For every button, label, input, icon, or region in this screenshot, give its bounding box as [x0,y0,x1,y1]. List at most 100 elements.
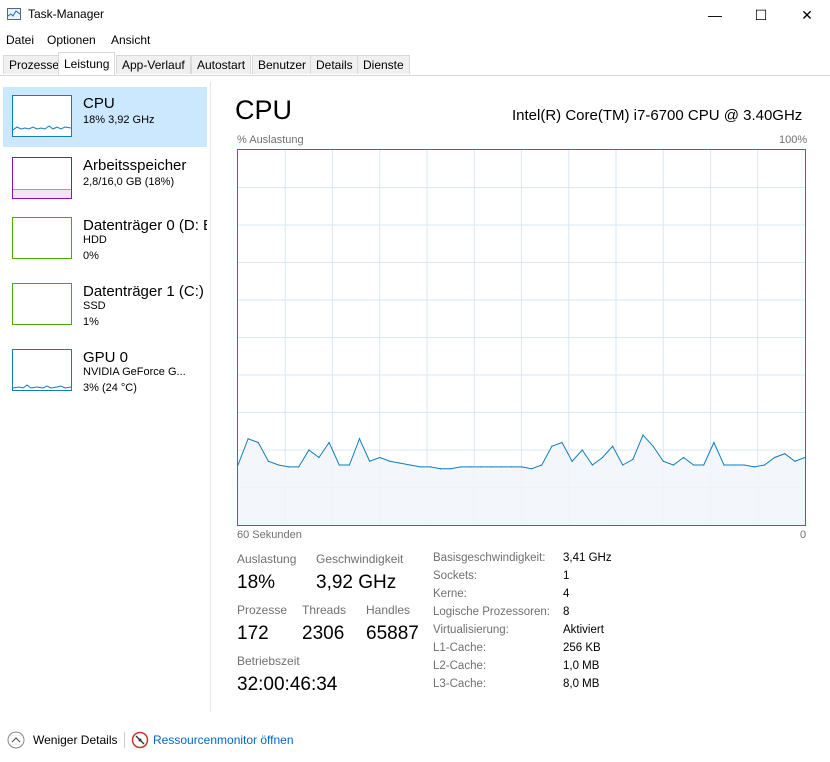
info-label: L3-Cache: [433,678,487,690]
cpu-usage-point [429,466,431,468]
sidebar-item-type: HDD [83,234,107,246]
cpu-usage-point [794,460,796,462]
cpu-usage-point [389,460,391,462]
x-axis-label: 60 Sekunden [237,529,302,541]
cpu-usage-point [450,468,452,470]
cpu-usage-point [369,460,371,462]
cpu-usage-point [358,438,361,440]
cpu-thumbnail [12,95,72,137]
close-icon: ✕ [801,6,813,23]
sidebar-item-detail: 0% [83,250,99,262]
minimize-button[interactable]: — [692,0,738,30]
info-value: 1,0 MB [563,660,600,672]
disk0-thumbnail [12,217,72,259]
cpu-usage-point [419,466,421,468]
x-axis-min-label: 0 [800,529,807,541]
sidebar-item-label: Datenträger 0 (D: E [83,217,207,234]
maximize-button[interactable]: ☐ [738,0,784,30]
cpu-usage-point [318,456,320,459]
stat-handles-label: Handles [366,603,411,617]
cpu-usage-point [328,441,330,444]
less-details-button[interactable]: Weniger Details [33,733,117,747]
cpu-usage-point [399,462,401,464]
stat-threads-label: Threads [302,603,347,617]
task-manager-icon [7,8,21,20]
info-label: Kerne: [433,588,467,600]
cpu-thumbnail-graph [12,125,72,131]
sidebar-item-type: SSD [83,300,106,312]
cpu-usage-point [612,445,614,447]
cpu-model-name: Intel(R) Core(TM) i7-6700 CPU @ 3.40GHz [512,107,803,124]
cpu-usage-point [682,456,685,459]
cpu-usage-point [439,468,442,470]
page-title: CPU [235,95,293,125]
y-axis-label: % Auslastung [237,134,304,146]
tab-app-verlauf[interactable]: App-Verlauf [116,55,191,74]
maximize-icon: ☐ [754,6,768,23]
cpu-usage-graph [237,149,806,526]
cpu-usage-point [713,441,715,444]
tab-autostart[interactable]: Autostart [191,55,252,74]
title-bar: Task-Manager — ☐ ✕ [0,0,830,30]
sidebar-divider [210,82,211,712]
sidebar-item-gpu-0[interactable]: GPU 0 NVIDIA GeForce G... 3% (24 °C) [3,341,207,401]
sidebar-item-cpu[interactable]: CPU 18% 3,92 GHz [3,87,207,147]
info-value: 1 [563,570,570,582]
cpu-usage-point [298,466,300,468]
menu-ansicht[interactable]: Ansicht [111,33,150,47]
menu-optionen[interactable]: Optionen [47,33,96,47]
cpu-usage-point [561,441,563,444]
menu-datei[interactable]: Datei [6,33,34,47]
cpu-usage-point [308,449,310,451]
minimize-icon: — [708,7,722,23]
info-value: 4 [563,588,570,600]
sidebar-item-detail: 18% 3,92 GHz [83,114,155,126]
cpu-usage-point [784,453,786,455]
cpu-usage-point [763,464,766,466]
memory-thumbnail [12,157,72,199]
sidebar-item-detail: 3% (24 °C) [83,382,137,394]
cpu-usage-point [277,464,280,466]
cpu-usage-point [541,464,543,466]
info-value: Aktiviert [563,624,604,636]
stat-auslastung-label: Auslastung [237,552,297,566]
tab-prozesse[interactable]: Prozesse [3,55,66,74]
sidebar-item-label: Arbeitsspeicher [83,157,187,174]
cpu-usage-point [723,464,725,466]
cpu-usage-point [338,464,340,466]
cpu-usage-point [247,438,249,440]
cpu-usage-point [753,466,755,468]
cpu-usage-point [480,466,482,468]
chevron-up-icon[interactable] [7,731,25,749]
close-button[interactable]: ✕ [784,0,830,30]
sidebar-item-detail: 1% [83,316,99,328]
cpu-usage-point [520,466,523,468]
cpu-usage-chart [237,150,806,525]
stat-geschwindigkeit-label: Geschwindigkeit [316,552,404,566]
cpu-usage-point [672,464,674,466]
tab-leistung[interactable]: Leistung [58,52,116,75]
footer-divider [124,732,125,748]
tab-details[interactable]: Details [310,55,359,74]
resource-monitor-link[interactable]: Ressourcenmonitor öffnen [153,733,294,747]
sidebar-item-arbeitsspeicher[interactable]: Arbeitsspeicher 2,8/16,0 GB (18%) [3,149,207,209]
cpu-usage-point [490,466,492,468]
stat-handles-value: 65887 [366,623,419,644]
info-label: Basisgeschwindigkeit: [433,552,546,564]
sidebar-item-datentraeger-0[interactable]: Datenträger 0 (D: E HDD 0% [3,209,207,269]
info-label: Virtualisierung: [433,624,509,636]
stat-geschwindigkeit-value: 3,92 GHz [316,572,397,593]
info-label: Sockets: [433,570,478,582]
tab-benutzer[interactable]: Benutzer [252,55,313,74]
tab-dienste[interactable]: Dienste [357,55,410,74]
cpu-usage-point [470,466,472,468]
cpu-usage-point [531,468,533,470]
cpu-usage-point [703,464,705,466]
cpu-usage-point [733,464,735,466]
stat-auslastung-value: 18% [237,572,276,593]
info-value: 256 KB [563,642,601,654]
stat-betriebszeit-value: 32:00:46:34 [237,674,338,695]
gpu-thumbnail [12,349,72,391]
sidebar-item-datentraeger-1[interactable]: Datenträger 1 (C:) SSD 1% [3,275,207,335]
stat-prozesse-label: Prozesse [237,603,288,617]
